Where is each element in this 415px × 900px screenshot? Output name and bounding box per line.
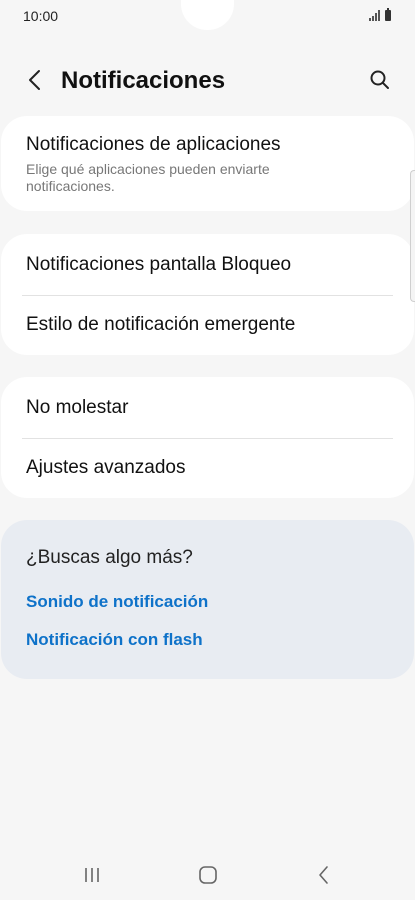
lock-screen-notifications-label: Notificaciones pantalla Bloqueo	[26, 254, 292, 275]
status-time: 10:00	[23, 8, 59, 24]
scroll-indicator[interactable]	[410, 170, 415, 302]
notification-sound-link[interactable]: Sonido de notificación	[26, 592, 208, 612]
advanced-settings-label: Ajustes avanzados	[26, 457, 186, 478]
popup-style-item[interactable]: Estilo de notificación emergente	[1, 296, 414, 355]
recents-icon	[85, 868, 99, 882]
app-notifications-item[interactable]: Notificaciones de aplicaciones Elige qué…	[1, 116, 414, 211]
chevron-left-icon	[29, 70, 40, 90]
advanced-settings-card: No molestar Ajustes avanzados	[1, 377, 414, 498]
back-button[interactable]	[18, 63, 52, 97]
popup-style-label: Estilo de notificación emergente	[26, 314, 296, 335]
navigation-bar	[0, 850, 415, 900]
lock-screen-notifications-item[interactable]: Notificaciones pantalla Bloqueo	[1, 234, 414, 294]
page-title: Notificaciones	[61, 67, 226, 94]
app-notifications-subtitle: Elige qué aplicaciones pueden enviarte n…	[26, 161, 270, 194]
recents-button[interactable]	[72, 862, 112, 888]
nav-back-button[interactable]	[304, 862, 344, 888]
suggestions-card: ¿Buscas algo más? Sonido de notificación…	[1, 520, 414, 679]
home-button[interactable]	[188, 862, 228, 888]
search-button[interactable]	[363, 63, 397, 97]
status-icons	[369, 8, 391, 21]
do-not-disturb-label: No molestar	[26, 397, 129, 418]
signal-icon	[369, 9, 380, 21]
lock-settings-card: Notificaciones pantalla Bloqueo Estilo d…	[1, 234, 414, 355]
home-icon	[199, 866, 217, 884]
chevron-left-icon	[319, 866, 328, 884]
status-bar: 10:00	[0, 0, 415, 34]
suggestions-title: ¿Buscas algo más?	[26, 547, 193, 568]
flash-notification-link[interactable]: Notificación con flash	[26, 630, 203, 650]
app-notifications-title: Notificaciones de aplicaciones	[26, 134, 281, 155]
camera-notch	[181, 0, 234, 30]
advanced-settings-item[interactable]: Ajustes avanzados	[1, 439, 414, 498]
do-not-disturb-item[interactable]: No molestar	[1, 377, 414, 437]
app-notifications-card: Notificaciones de aplicaciones Elige qué…	[1, 116, 414, 211]
battery-icon	[385, 8, 391, 21]
app-header: Notificaciones	[0, 55, 415, 109]
search-icon	[370, 70, 389, 89]
